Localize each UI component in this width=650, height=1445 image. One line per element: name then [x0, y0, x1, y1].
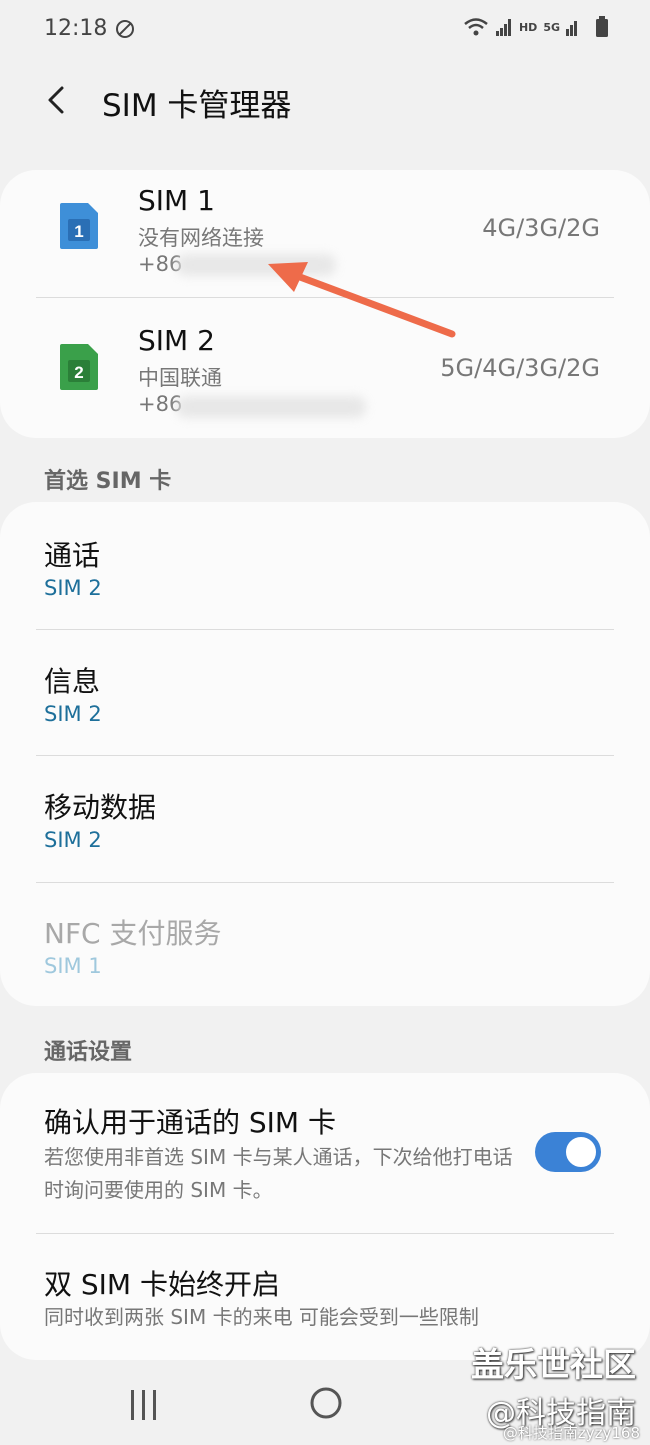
setting-title: 双 SIM 卡始终开启 — [44, 1268, 280, 1301]
sim-card-icon: 1 — [60, 203, 98, 249]
sim-network-types: 5G/4G/3G/2G — [440, 354, 600, 382]
pref-title: 信息 — [44, 665, 101, 698]
status-icons: HD 5G — [463, 16, 610, 38]
watermark-handle: @科技指南zyzy168 — [502, 1424, 640, 1442]
pref-title: 通话 — [44, 539, 101, 572]
pref-title: NFC 支付服务 — [44, 917, 222, 950]
back-arrow-icon[interactable] — [38, 80, 78, 120]
section-header-call-settings: 通话设置 — [44, 1040, 133, 1065]
sim-name: SIM 1 — [138, 184, 215, 217]
wifi-icon — [464, 18, 488, 36]
sim-network-types: 4G/3G/2G — [482, 214, 600, 242]
svg-text:2: 2 — [74, 363, 83, 382]
pref-title: 移动数据 — [44, 791, 157, 824]
pref-item-nfc-payment: NFC 支付服务 SIM 1 — [0, 882, 650, 1008]
pref-value: SIM 1 — [44, 954, 102, 978]
confirm-sim-toggle[interactable] — [535, 1132, 601, 1172]
page-title: SIM 卡管理器 — [102, 88, 292, 124]
pref-value: SIM 2 — [44, 702, 102, 726]
hd-label: HD — [518, 20, 538, 34]
signal-icon — [566, 21, 577, 36]
net-label: 5G — [543, 20, 560, 34]
svg-text:1: 1 — [74, 222, 83, 241]
setting-title: 确认用于通话的 SIM 卡 — [44, 1106, 336, 1139]
watermark-community: 盖乐世社区 — [471, 1345, 636, 1384]
setting-desc: 若您使用非首选 SIM 卡与某人通话，下次给他打电话时询问要使用的 SIM 卡。 — [44, 1145, 513, 1202]
pref-value: SIM 2 — [44, 828, 102, 852]
toggle-knob — [564, 1135, 598, 1169]
pref-item-calls[interactable]: 通话 SIM 2 — [0, 502, 650, 628]
section-header-preferred: 首选 SIM 卡 — [44, 469, 172, 494]
home-icon[interactable] — [309, 1386, 343, 1420]
preferred-sim-card: 通话 SIM 2 信息 SIM 2 移动数据 SIM 2 NFC 支付服务 SI… — [0, 502, 650, 1006]
sim-name: SIM 2 — [138, 324, 215, 357]
call-settings-card: 确认用于通话的 SIM 卡 若您使用非首选 SIM 卡与某人通话，下次给他打电话… — [0, 1073, 650, 1360]
pref-item-mobile-data[interactable]: 移动数据 SIM 2 — [0, 755, 650, 881]
sim-status: 没有网络连接 — [138, 226, 264, 250]
pref-item-messages[interactable]: 信息 SIM 2 — [0, 629, 650, 755]
sim-card-icon: 2 — [60, 344, 98, 390]
app-bar: SIM 卡管理器 — [0, 70, 650, 130]
setting-confirm-sim[interactable]: 确认用于通话的 SIM 卡 若您使用非首选 SIM 卡与某人通话，下次给他打电话… — [0, 1073, 650, 1233]
battery-icon — [596, 16, 608, 37]
annotation-arrow-icon — [268, 262, 456, 338]
dnd-icon — [116, 20, 134, 38]
signal-icon — [495, 19, 511, 36]
recent-apps-icon[interactable] — [128, 1388, 160, 1422]
redacted-number — [176, 396, 366, 418]
status-bar: 12:18 HD 5G — [0, 0, 650, 60]
status-time: 12:18 — [44, 16, 108, 41]
setting-desc: 同时收到两张 SIM 卡的来电 可能会受到一些限制 — [44, 1305, 479, 1329]
pref-value: SIM 2 — [44, 576, 102, 600]
sim-status: 中国联通 — [138, 366, 222, 390]
